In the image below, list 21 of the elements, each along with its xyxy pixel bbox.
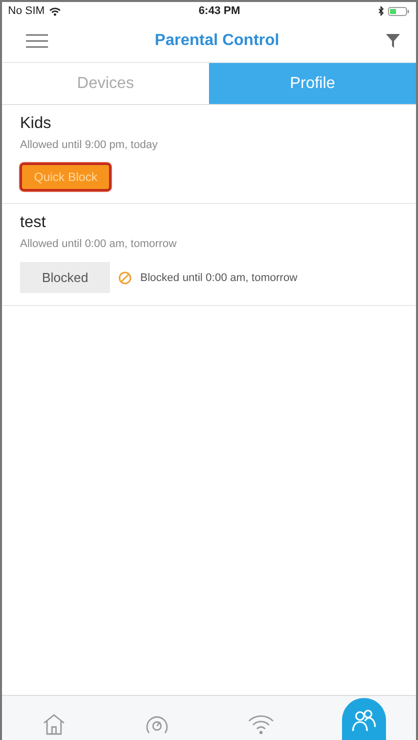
clock-text: 6:43 PM <box>198 5 240 17</box>
profile-name: Kids <box>20 115 52 133</box>
profile-schedule: Allowed until 0:00 am, tomorrow <box>20 238 177 250</box>
people-icon <box>351 707 378 733</box>
page-title: Parental Control <box>154 32 280 50</box>
tab[interactable]: Profile <box>209 63 416 105</box>
profile-name: test <box>20 214 46 232</box>
quick-block-button[interactable]: Quick Block <box>20 163 112 191</box>
profile-schedule: Allowed until 9:00 pm, today <box>20 139 158 151</box>
filter-icon[interactable] <box>386 33 400 49</box>
blocked-note: Blocked until 0:00 am, tomorrow <box>140 272 298 284</box>
wifi-icon <box>246 713 275 735</box>
home-icon <box>42 712 66 736</box>
battery-icon <box>388 6 410 16</box>
carrier-text: No SIM <box>8 5 45 17</box>
blocked-button[interactable]: Blocked <box>20 262 110 293</box>
wifi-signal-icon <box>48 6 61 16</box>
people-nav-button[interactable] <box>342 698 386 740</box>
menu-icon[interactable] <box>26 34 48 48</box>
bluetooth-icon <box>378 6 384 16</box>
blocked-icon <box>118 270 132 284</box>
